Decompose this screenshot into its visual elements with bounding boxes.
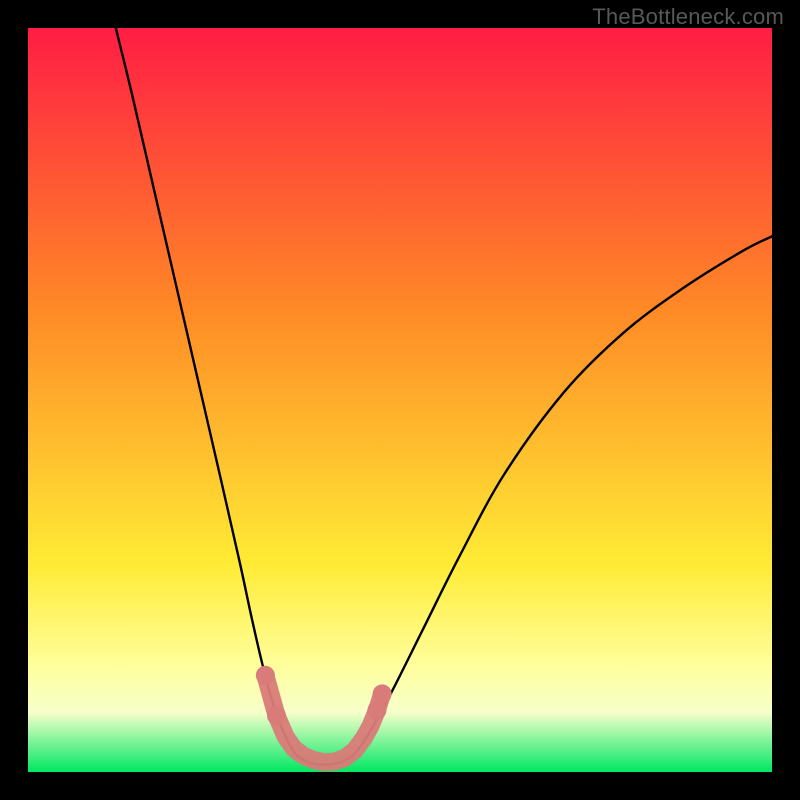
bottleneck-curve-chart — [28, 28, 772, 772]
watermark-text: TheBottleneck.com — [592, 4, 784, 30]
gradient-background — [28, 28, 772, 772]
plot-area — [28, 28, 772, 772]
chart-root: TheBottleneck.com — [0, 0, 800, 800]
